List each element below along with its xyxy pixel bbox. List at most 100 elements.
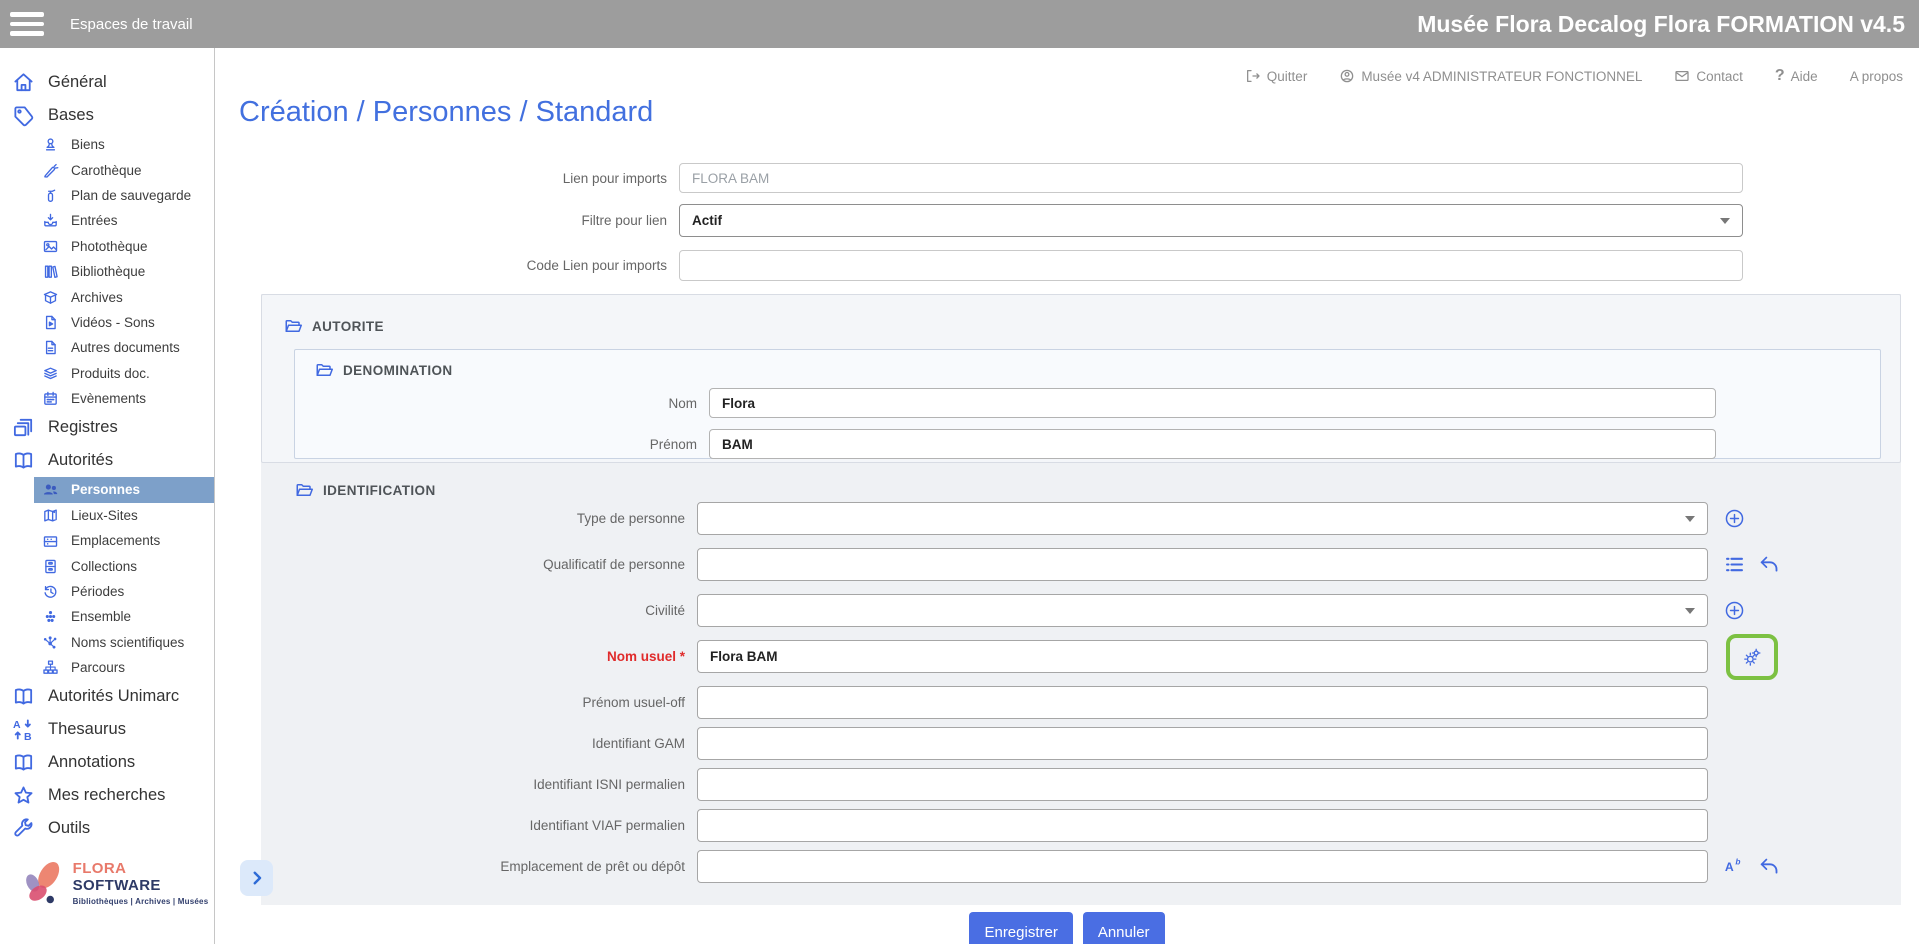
expand-panel-button[interactable]: [240, 860, 273, 896]
code-lien-pour-imports-input[interactable]: [679, 250, 1743, 281]
cancel-button[interactable]: Annuler: [1083, 912, 1165, 944]
sidebar-item-produits-doc[interactable]: Produits doc.: [0, 361, 214, 386]
folder-icon[interactable]: [295, 481, 313, 499]
list-icon[interactable]: [1724, 554, 1745, 575]
sidebar-item-plan-de-sauvegarde[interactable]: Plan de sauvegarde: [0, 183, 214, 208]
header-link-label: Aide: [1791, 69, 1818, 84]
sidebar-item-autorites[interactable]: Autorités: [0, 444, 214, 477]
hamburger-menu-icon[interactable]: [10, 12, 46, 36]
field-label: Filtre pour lien: [215, 213, 667, 228]
sidebar-item-autorites-unimarc[interactable]: Autorités Unimarc: [0, 680, 214, 713]
lien-pour-imports-input[interactable]: FLORA BAM: [679, 163, 1743, 193]
sidebar-item-label: Noms scientifiques: [71, 635, 184, 650]
row-actions: Ab: [1724, 856, 1780, 877]
sidebar-item-autres-documents[interactable]: Autres documents: [0, 335, 214, 360]
exit-icon: [1245, 68, 1261, 84]
identifiant-gam-input[interactable]: [697, 727, 1708, 760]
field-label: Nom: [295, 396, 697, 411]
prenom-usuel-off-input[interactable]: [697, 686, 1708, 719]
header-link-quitter[interactable]: Quitter: [1245, 68, 1308, 84]
civilite-select[interactable]: [697, 594, 1708, 627]
header-link-musee-v4-administrateur-fonctionnel[interactable]: Musée v4 ADMINISTRATEUR FONCTIONNEL: [1339, 68, 1642, 84]
molecule-icon: [42, 634, 59, 651]
undo-icon[interactable]: [1759, 554, 1780, 575]
field-row-civilite: Civilité: [261, 594, 1901, 627]
dropdown-arrow-icon: [1720, 218, 1730, 224]
header-link-aide[interactable]: ?Aide: [1775, 67, 1818, 85]
sidebar-item-thesaurus[interactable]: ABThesaurus: [0, 713, 214, 746]
sidebar-item-emplacements[interactable]: Emplacements: [0, 528, 214, 553]
home-icon: [12, 71, 35, 94]
sidebar-item-lieux-sites[interactable]: Lieux-Sites: [0, 503, 214, 528]
sidebar-item-videos-sons[interactable]: Vidéos - Sons: [0, 310, 214, 335]
field-row-nom-usuel: Nom usuel *Flora BAM: [261, 640, 1901, 673]
field-value: Actif: [692, 213, 722, 228]
row-actions: [1724, 642, 1778, 672]
type-de-personne-select[interactable]: [697, 502, 1708, 535]
sidebar: Général Bases Biens Carothèque Plan de sauve…: [0, 48, 215, 944]
sidebar-item-general[interactable]: Général: [0, 66, 214, 99]
emplacement-de-pret-ou-depot-input[interactable]: [697, 850, 1708, 883]
identification-header: IDENTIFICATION: [295, 481, 436, 499]
sidebar-item-phototheque[interactable]: Photothèque: [0, 234, 214, 259]
sidebar-item-periodes[interactable]: Périodes: [0, 579, 214, 604]
sidebar-item-annotations[interactable]: Annotations: [0, 746, 214, 779]
sidebar-item-parcours[interactable]: Parcours: [0, 655, 214, 680]
translate-icon: AB: [12, 718, 35, 741]
qualificatif-de-personne-input[interactable]: [697, 548, 1708, 581]
sidebar-item-label: Carothèque: [71, 163, 142, 178]
sidebar-item-ensemble[interactable]: Ensemble: [0, 604, 214, 629]
cabinet-icon: [42, 558, 59, 575]
plus-circle-icon[interactable]: [1724, 508, 1745, 529]
sidebar-item-label: Evènements: [71, 391, 146, 406]
sidebar-item-label: Bases: [48, 106, 94, 125]
nom-usuel-input[interactable]: Flora BAM: [697, 640, 1708, 673]
sidebar-item-outils[interactable]: Outils: [0, 812, 214, 845]
field-row-code-lien-pour-imports: Code Lien pour imports: [215, 250, 1743, 281]
field-value: FLORA BAM: [692, 171, 769, 186]
sidebar-item-registres[interactable]: Registres: [0, 411, 214, 444]
sidebar-item-label: Bibliothèque: [71, 264, 145, 279]
mail-icon: [1674, 68, 1690, 84]
identifiant-isni-permalien-input[interactable]: [697, 768, 1708, 801]
sidebar-item-bibliotheque[interactable]: Bibliothèque: [0, 259, 214, 284]
undo-icon[interactable]: [1759, 856, 1780, 877]
sidebar-item-entrees[interactable]: Entrées: [0, 208, 214, 233]
extinguisher-icon: [42, 187, 59, 204]
field-row-nom: Nom Flora: [295, 388, 1880, 418]
workspace-label[interactable]: Espaces de travail: [70, 16, 193, 33]
prenom-input[interactable]: BAM: [709, 429, 1716, 459]
wrench-icon: [12, 817, 35, 840]
sidebar-item-carotheque[interactable]: Carothèque: [0, 157, 214, 182]
logo-brand-secondary: SOFTWARE: [73, 877, 161, 894]
sidebar-item-label: Autorités: [48, 451, 113, 470]
bust-icon: [42, 136, 59, 153]
sidebar-item-collections[interactable]: Collections: [0, 553, 214, 578]
sidebar-item-evenements[interactable]: Evènements: [0, 386, 214, 411]
sidebar-item-biens[interactable]: Biens: [0, 132, 214, 157]
sidebar-item-mes-recherches[interactable]: Mes recherches: [0, 779, 214, 812]
save-button[interactable]: Enregistrer: [969, 912, 1072, 944]
header-link-label: Quitter: [1267, 69, 1308, 84]
app-title: Musée Flora Decalog Flora FORMATION v4.5: [1417, 11, 1905, 38]
field-row-prenom-usuel-off: Prénom usuel-off: [261, 686, 1901, 719]
field-row-lien-pour-imports: Lien pour importsFLORA BAM: [215, 163, 1743, 193]
sidebar-item-label: Registres: [48, 418, 118, 437]
sidebar-item-archives[interactable]: Archives: [0, 284, 214, 309]
identifiant-viaf-permalien-input[interactable]: [697, 809, 1708, 842]
filtre-pour-lien-select[interactable]: Actif: [679, 204, 1743, 237]
gears-icon[interactable]: [1742, 646, 1763, 667]
sidebar-item-label: Produits doc.: [71, 366, 150, 381]
page-title: Création / Personnes / Standard: [239, 96, 653, 129]
sidebar-item-noms-scientifiques[interactable]: Noms scientifiques: [0, 630, 214, 655]
nom-input[interactable]: Flora: [709, 388, 1716, 418]
field-label: Identifiant GAM: [261, 736, 685, 751]
folder-icon[interactable]: [284, 317, 302, 335]
header-link-a-propos[interactable]: A propos: [1850, 69, 1903, 84]
sidebar-item-bases[interactable]: Bases: [0, 99, 214, 132]
plus-circle-icon[interactable]: [1724, 600, 1745, 621]
sidebar-item-personnes[interactable]: Personnes: [34, 477, 214, 502]
sidebar-item-label: Archives: [71, 290, 123, 305]
ab-icon[interactable]: Ab: [1724, 856, 1745, 877]
header-link-contact[interactable]: Contact: [1674, 68, 1743, 84]
